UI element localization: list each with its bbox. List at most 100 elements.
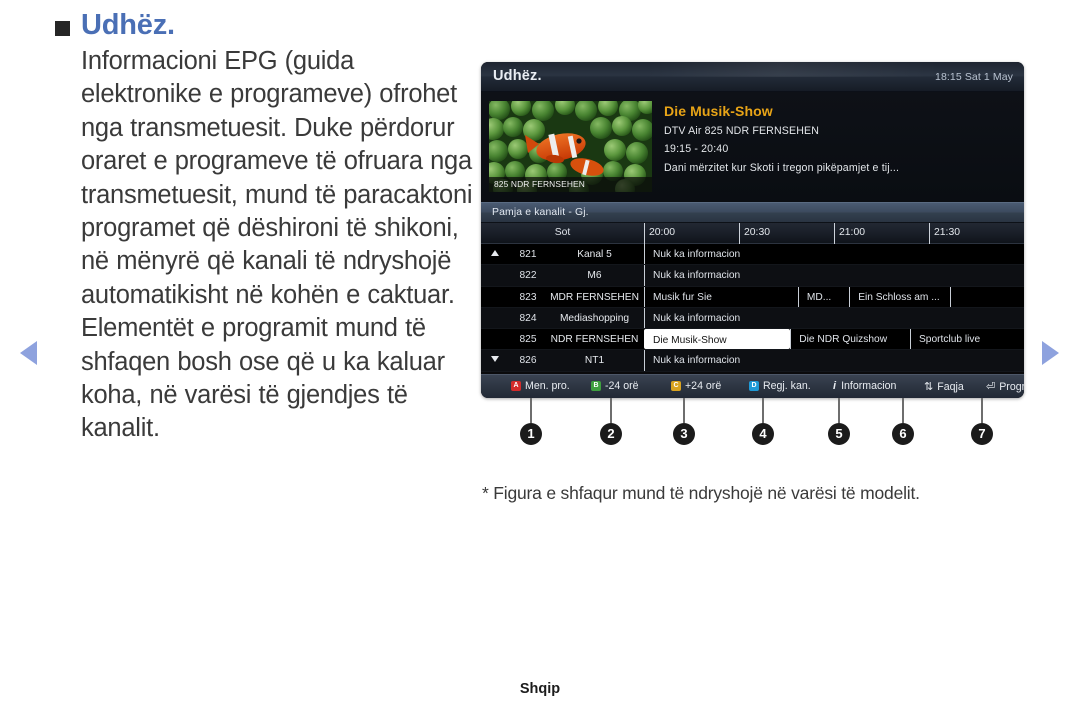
callout-leader-line bbox=[762, 398, 764, 423]
figure-caption: * Figura e shfaqur mund të ndryshojë në … bbox=[482, 483, 920, 503]
tv-bottom-toolbar: A Men. pro. B -24 orë C +24 orë D Regj. kan. i In… bbox=[481, 374, 1024, 398]
channel-name: Mediashopping bbox=[559, 312, 630, 324]
toolbar-button-label: -24 orë bbox=[605, 380, 639, 392]
toolbar-glyph-icon: ⇅ bbox=[924, 381, 934, 393]
channel-number: 825 bbox=[519, 334, 537, 346]
program-cells: Nuk ka informacion bbox=[644, 350, 1024, 371]
program-thumbnail: 825 NDR FERNSEHEN bbox=[489, 101, 652, 192]
time-tick-label: 21:30 bbox=[934, 227, 961, 238]
tv-clock: 18:15 Sat 1 May bbox=[935, 71, 1013, 83]
toolbar-button-informacion[interactable]: i Informacion bbox=[833, 380, 896, 392]
next-page-arrow-icon[interactable] bbox=[1042, 341, 1059, 365]
channel-number: 824 bbox=[519, 312, 537, 324]
tv-epg-panel: Udhëz. 18:15 Sat 1 May 825 NDR FERNSEHEN… bbox=[481, 62, 1024, 398]
color-key-icon: A bbox=[511, 381, 521, 391]
program-cells: Nuk ka informacion bbox=[644, 244, 1024, 265]
channel-number: 822 bbox=[519, 270, 537, 282]
table-row[interactable]: 822 M6 Nuk ka informacion bbox=[481, 265, 1024, 287]
toolbar-glyph-icon: i bbox=[833, 380, 837, 392]
scroll-down-icon[interactable] bbox=[491, 356, 499, 363]
program-cell[interactable]: Nuk ka informacion bbox=[644, 307, 1024, 329]
callout-leader-line bbox=[981, 398, 983, 423]
toolbar-button-label: Programi bbox=[999, 380, 1024, 393]
program-cells: Nuk ka informacion bbox=[644, 265, 1024, 286]
channel-name: NT1 bbox=[584, 355, 605, 367]
channel-number: 826 bbox=[519, 355, 537, 367]
program-cell-selected[interactable]: Die Musik-Show bbox=[644, 329, 791, 350]
epg-rows-container: 821 Kanal 5 Nuk ka informacion 822 M6 Nuk ka … bbox=[481, 244, 1024, 372]
table-row[interactable]: 825 NDR FERNSEHEN Die Musik-Show Die NDR Qu… bbox=[481, 329, 1024, 351]
table-row[interactable]: 824 Mediashopping Nuk ka informacion bbox=[481, 307, 1024, 330]
bullet-square-icon bbox=[55, 21, 70, 36]
program-cell[interactable]: MD... bbox=[797, 286, 849, 307]
callout-number-badge: 7 bbox=[971, 423, 993, 445]
heading-row: Udhëz. bbox=[55, 8, 475, 42]
program-cell[interactable]: Musik fur Sie bbox=[644, 286, 798, 307]
callout-leader-line bbox=[838, 398, 840, 423]
time-tick: 21:00 bbox=[834, 223, 865, 244]
toolbar-button-faqja[interactable]: ⇅ Faqja bbox=[924, 380, 964, 394]
callout-number-badge: 6 bbox=[892, 423, 914, 445]
program-title: Die Musik-Show bbox=[664, 103, 773, 119]
toolbar-button-24-or[interactable]: B -24 orë bbox=[591, 380, 639, 392]
callout-leader-line bbox=[610, 398, 612, 423]
tv-info-area: 825 NDR FERNSEHEN Die Musik-Show DTV Air… bbox=[481, 92, 1024, 202]
toolbar-button-men-pro[interactable]: A Men. pro. bbox=[511, 380, 570, 392]
table-row[interactable]: 826 NT1 Nuk ka informacion bbox=[481, 350, 1024, 372]
callout-leader-line bbox=[902, 398, 904, 423]
toolbar-button-programi[interactable]: ⏎Programi bbox=[986, 380, 1024, 394]
toolbar-button-label: Informacion bbox=[841, 380, 897, 392]
epg-time-header: Sot 20:00 20:30 21:00 21:30 bbox=[481, 223, 1024, 244]
program-channel-line: DTV Air 825 NDR FERNSEHEN bbox=[664, 125, 820, 137]
program-time-line: 19:15 - 20:40 bbox=[664, 143, 729, 155]
program-cell[interactable] bbox=[949, 286, 1024, 307]
instruction-body-text: Informacioni EPG (guida elektronike e pr… bbox=[81, 47, 473, 443]
callout-number-badge: 3 bbox=[673, 423, 695, 445]
channel-number: 823 bbox=[519, 291, 537, 303]
callout-number-badge: 5 bbox=[828, 423, 850, 445]
time-tick-label: 20:30 bbox=[744, 227, 771, 238]
callout-leader-line bbox=[683, 398, 685, 423]
program-cell[interactable]: Sportclub live bbox=[910, 329, 1024, 350]
program-cell[interactable]: Ein Schloss am ... bbox=[849, 286, 950, 307]
toolbar-button-regj-kan[interactable]: D Regj. kan. bbox=[749, 380, 811, 392]
callout-number-badge: 4 bbox=[752, 423, 774, 445]
epg-grid: Sot 20:00 20:30 21:00 21:30 821 Kanal 5 Nuk k… bbox=[481, 223, 1024, 372]
time-tick: 21:30 bbox=[929, 223, 960, 244]
callout-number-badge: 2 bbox=[600, 423, 622, 445]
program-cells: Musik fur Sie MD... Ein Schloss am ... bbox=[644, 286, 1024, 307]
channel-name: M6 bbox=[587, 270, 602, 282]
program-cell[interactable]: Nuk ka informacion bbox=[644, 244, 1024, 265]
program-cells: Nuk ka informacion bbox=[644, 307, 1024, 329]
toolbar-glyph-icon: ⏎ bbox=[986, 381, 996, 393]
table-row[interactable]: 821 Kanal 5 Nuk ka informacion bbox=[481, 244, 1024, 266]
tv-header-title: Udhëz. bbox=[493, 68, 542, 84]
callout-leader-line bbox=[530, 398, 532, 423]
program-cell[interactable]: Nuk ka informacion bbox=[644, 350, 1024, 371]
program-cell[interactable]: Die NDR Quizshow bbox=[790, 329, 910, 350]
channel-view-bar[interactable]: Pamja e kanalit - Gj. bbox=[481, 202, 1024, 223]
instruction-column: Udhëz. Informacioni EPG (guida elektroni… bbox=[55, 8, 475, 446]
scroll-up-icon[interactable] bbox=[491, 250, 499, 256]
time-tick-label: 21:00 bbox=[839, 227, 866, 238]
program-cell[interactable]: Nuk ka informacion bbox=[644, 265, 1024, 286]
channel-view-label: Pamja e kanalit - Gj. bbox=[492, 207, 589, 218]
today-label: Sot bbox=[554, 227, 571, 238]
table-row[interactable]: 823 MDR FERNSEHEN Musik fur Sie MD... Ein Sc… bbox=[481, 286, 1024, 308]
page-title: Udhëz. bbox=[81, 9, 175, 41]
channel-name: NDR FERNSEHEN bbox=[550, 334, 639, 346]
thumbnail-channel-label: 825 NDR FERNSEHEN bbox=[489, 177, 652, 192]
channel-name: MDR FERNSEHEN bbox=[550, 291, 639, 303]
time-tick: 20:30 bbox=[739, 223, 770, 244]
toolbar-button-label: Faqja bbox=[937, 380, 964, 393]
toolbar-button-label: +24 orë bbox=[685, 380, 722, 392]
tv-header-bar: Udhëz. 18:15 Sat 1 May bbox=[481, 62, 1024, 92]
color-key-icon: B bbox=[591, 381, 601, 391]
color-key-icon: C bbox=[671, 381, 681, 391]
toolbar-button-label: Men. pro. bbox=[525, 380, 570, 392]
toolbar-button-24-or[interactable]: C +24 orë bbox=[671, 380, 721, 392]
prev-page-arrow-icon[interactable] bbox=[20, 341, 37, 365]
channel-name: Kanal 5 bbox=[577, 249, 612, 260]
time-tick-label: 20:00 bbox=[649, 227, 676, 238]
callout-number-badge: 1 bbox=[520, 423, 542, 445]
